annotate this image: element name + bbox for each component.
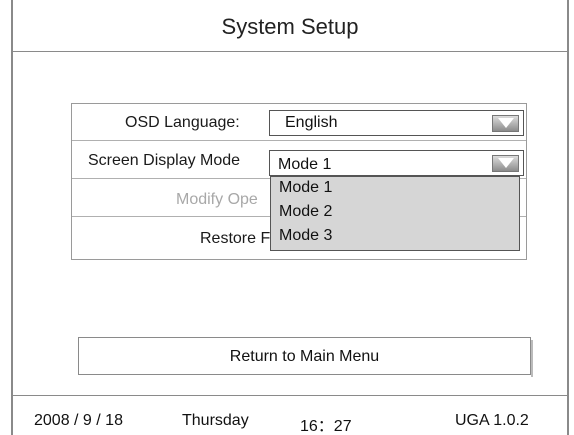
chevron-down-icon[interactable]: [492, 155, 519, 172]
status-weekday: Thursday: [182, 412, 249, 429]
status-date: 2008 / 9 / 18: [34, 412, 123, 429]
screen-display-mode-dropdown-list: Mode 1 Mode 2 Mode 3: [270, 176, 520, 251]
return-to-main-menu-button[interactable]: Return to Main Menu: [78, 337, 533, 377]
status-time: 16：27: [300, 418, 352, 435]
page-title: System Setup: [221, 14, 359, 39]
button-shadow: [531, 340, 533, 377]
dropdown-option-mode-2[interactable]: Mode 2: [279, 203, 332, 221]
modify-operation-label: Modify Ope: [176, 191, 258, 208]
dropdown-option-mode-3[interactable]: Mode 3: [279, 227, 332, 245]
screen-display-mode-value: Mode 1: [278, 156, 332, 173]
restore-label: Restore F: [200, 230, 271, 247]
row-osd-language: OSD Language: English: [72, 104, 526, 141]
title-bar: System Setup: [11, 0, 569, 52]
frame-right-border: [567, 0, 569, 435]
row-screen-display-mode: Screen Display Mode Mode 1: [72, 142, 526, 179]
dropdown-option-mode-1[interactable]: Mode 1: [279, 179, 332, 197]
screen-display-mode-label: Screen Display Mode: [88, 152, 241, 169]
status-bar: 2008 / 9 / 18 Thursday 16：27 UGA 1.0.2: [11, 395, 569, 435]
screen-display-mode-select[interactable]: Mode 1: [269, 150, 524, 176]
status-version: UGA 1.0.2: [455, 412, 529, 429]
return-button-label: Return to Main Menu: [229, 348, 380, 365]
system-setup-screen: System Setup OSD Language: English Scree…: [0, 0, 574, 435]
chevron-down-icon[interactable]: [492, 115, 519, 132]
osd-language-select[interactable]: English: [269, 110, 524, 136]
osd-language-label: OSD Language:: [125, 114, 240, 131]
osd-language-value: English: [285, 114, 338, 131]
frame-left-border: [11, 0, 13, 435]
